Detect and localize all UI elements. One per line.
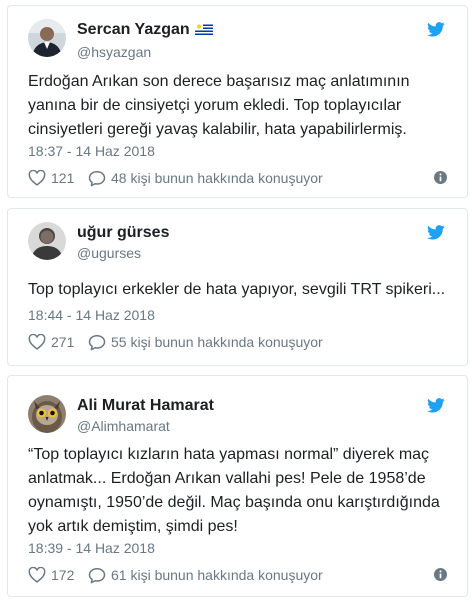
avatar[interactable] xyxy=(28,222,66,260)
like-button[interactable]: 172 xyxy=(28,565,74,585)
conversation-count-text: 55 kişi bunun hakkında konuşuyor xyxy=(111,334,323,350)
tweet-card[interactable]: Ali Murat Hamarat @Alimhamarat “Top topl… xyxy=(7,375,468,597)
twitter-bird-icon[interactable] xyxy=(427,398,445,413)
tweet-text: Top toplayıcı erkekler de hata yapıyor, … xyxy=(28,281,446,298)
reply-conversation-link[interactable]: 55 kişi bunun hakkında konuşuyor xyxy=(88,332,323,352)
handle[interactable]: @Alimhamarat xyxy=(77,417,214,435)
like-button[interactable]: 271 xyxy=(28,332,74,352)
display-name[interactable]: Sercan Yazgan xyxy=(77,21,190,38)
avatar[interactable] xyxy=(28,395,66,433)
uruguay-flag-icon xyxy=(194,22,213,42)
heart-icon xyxy=(28,170,46,186)
speech-bubble-icon xyxy=(88,334,106,350)
reply-conversation-link[interactable]: 48 kişi bunun hakkında konuşuyor xyxy=(88,168,323,188)
tweet-actions: 271 55 kişi bunun hakkında konuşuyor xyxy=(28,332,447,352)
tweet-actions: 172 61 kişi bunun hakkında konuşuyor xyxy=(28,565,447,585)
display-name[interactable]: uğur gürses xyxy=(77,223,169,243)
reply-conversation-link[interactable]: 61 kişi bunun hakkında konuşuyor xyxy=(88,565,323,585)
speech-bubble-icon xyxy=(88,567,106,583)
handle[interactable]: @hsyazgan xyxy=(77,43,213,61)
tweet-card[interactable]: Sercan Yazgan @hsyazgan Erdoğan Arıkan s… xyxy=(7,5,468,198)
conversation-count-text: 48 kişi bunun hakkında konuşuyor xyxy=(111,170,323,186)
like-button[interactable]: 121 xyxy=(28,168,74,188)
info-icon[interactable] xyxy=(434,568,447,581)
twitter-bird-icon[interactable] xyxy=(427,22,445,37)
heart-icon xyxy=(28,567,46,583)
conversation-count-text: 61 kişi bunun hakkında konuşuyor xyxy=(111,567,323,583)
timestamp[interactable]: 18:39 - 14 Haz 2018 xyxy=(28,539,155,557)
tweet-card[interactable]: uğur gürses @ugurses Top toplayıcı erkek… xyxy=(7,208,468,366)
tweet-text: Erdoğan Arıkan son derece başarısız maç … xyxy=(28,73,410,138)
avatar[interactable] xyxy=(28,19,66,57)
display-name[interactable]: Ali Murat Hamarat xyxy=(77,396,214,416)
twitter-bird-icon[interactable] xyxy=(427,225,445,240)
heart-icon xyxy=(28,334,46,350)
like-count: 271 xyxy=(51,334,75,350)
like-count: 121 xyxy=(51,170,75,186)
like-count: 172 xyxy=(51,567,75,583)
timestamp[interactable]: 18:37 - 14 Haz 2018 xyxy=(28,142,155,160)
tweet-text: “Top toplayıcı kızların hata yapması nor… xyxy=(28,446,440,535)
handle[interactable]: @ugurses xyxy=(77,244,169,262)
timestamp[interactable]: 18:44 - 14 Haz 2018 xyxy=(28,306,155,324)
tweet-actions: 121 48 kişi bunun hakkında konuşuyor xyxy=(28,168,447,188)
info-icon[interactable] xyxy=(434,171,447,184)
speech-bubble-icon xyxy=(88,170,106,186)
